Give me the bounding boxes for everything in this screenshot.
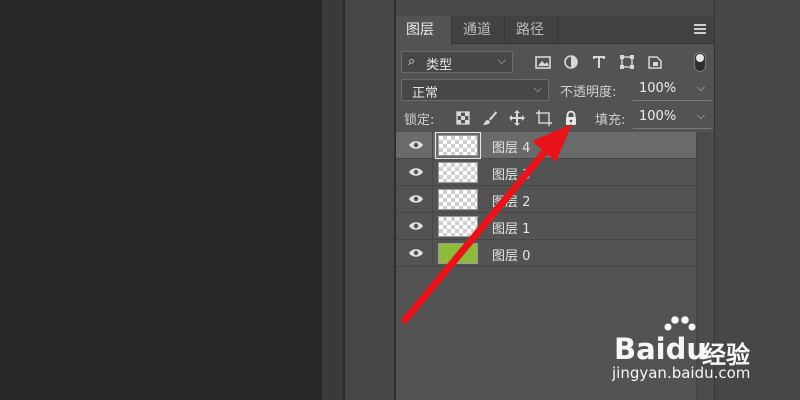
canvas-area[interactable] xyxy=(0,0,322,400)
fill-value: 100% xyxy=(639,109,677,124)
fill-label: 填充: xyxy=(595,113,626,128)
adjustment-filter-icon[interactable] xyxy=(562,53,580,71)
watermark-brand: Baidu xyxy=(614,332,708,366)
opacity-field[interactable]: 100% ⌵ xyxy=(633,79,711,101)
layer-thumbnail xyxy=(438,189,478,210)
chevron-down-icon: ⌵ xyxy=(497,54,506,67)
layer-name[interactable]: 图层 3 xyxy=(492,164,530,183)
eye-icon[interactable] xyxy=(408,193,424,205)
lock-image-icon[interactable] xyxy=(481,109,499,127)
layer-name[interactable]: 图层 4 xyxy=(492,137,530,156)
lock-row: 锁定: 填充: 100% ⌵ xyxy=(396,106,714,130)
layer-row[interactable]: 图层 4 xyxy=(396,132,696,159)
blend-row: 正常 ⌵ 不透明度: 100% ⌵ xyxy=(396,78,714,102)
lock-all-icon[interactable] xyxy=(562,109,580,127)
blend-mode-select[interactable]: 正常 ⌵ xyxy=(401,79,549,101)
chevron-down-icon[interactable]: ⌵ xyxy=(697,109,705,123)
layer-row[interactable]: 图层 2 xyxy=(396,186,696,213)
filter-kind-label: 类型 xyxy=(426,58,453,73)
smart-object-filter-icon[interactable] xyxy=(646,53,664,71)
panel-menu-icon[interactable] xyxy=(694,24,706,35)
chevron-down-icon[interactable]: ⌵ xyxy=(697,81,705,95)
search-icon: ⌕ xyxy=(408,54,416,69)
eye-icon[interactable] xyxy=(408,166,424,178)
filter-toggle[interactable] xyxy=(694,52,706,72)
filter-kind-select[interactable]: ⌕ 类型 ⌵ xyxy=(401,51,513,73)
tab-channels[interactable]: 通道 xyxy=(453,16,505,44)
layer-thumbnail xyxy=(435,132,481,159)
shape-filter-icon[interactable] xyxy=(618,53,636,71)
eye-icon[interactable] xyxy=(408,139,424,151)
chevron-down-icon: ⌵ xyxy=(533,82,542,95)
tab-paths[interactable]: 路径 xyxy=(506,16,558,44)
layer-name[interactable]: 图层 2 xyxy=(492,191,530,210)
image-filter-icon[interactable] xyxy=(534,53,552,71)
layer-name[interactable]: 图层 1 xyxy=(492,218,530,237)
panel-tabs: 图层 通道 路径 xyxy=(396,16,714,45)
opacity-label: 不透明度: xyxy=(560,85,617,100)
layer-row[interactable]: 图层 1 xyxy=(396,213,696,240)
tab-layers[interactable]: 图层 xyxy=(396,16,452,45)
layer-thumbnail xyxy=(438,243,478,264)
watermark-url: jingyan.baidu.com xyxy=(612,364,751,382)
opacity-value: 100% xyxy=(639,81,677,96)
layer-name[interactable]: 图层 0 xyxy=(492,245,530,264)
layer-row[interactable]: 图层 0 xyxy=(396,240,696,267)
eye-icon[interactable] xyxy=(408,220,424,232)
fill-field[interactable]: 100% ⌵ xyxy=(633,107,711,129)
panel-dock-collapsed xyxy=(322,0,344,400)
layers-list: 图层 4 图层 3 图层 2 图层 1 图层 0 xyxy=(396,132,696,268)
layer-thumbnail xyxy=(438,216,478,237)
lock-artboard-icon[interactable] xyxy=(535,109,553,127)
layer-row[interactable]: 图层 3 xyxy=(396,159,696,186)
layer-filter-row: ⌕ 类型 ⌵ xyxy=(396,50,714,74)
layer-thumbnail xyxy=(438,162,478,183)
panel-header-bar[interactable] xyxy=(396,0,714,16)
lock-label: 锁定: xyxy=(404,113,435,128)
panel-dock-icons xyxy=(345,0,395,400)
lock-position-icon[interactable] xyxy=(508,109,526,127)
eye-icon[interactable] xyxy=(408,247,424,259)
blend-mode-value: 正常 xyxy=(412,86,439,101)
lock-transparent-icon[interactable] xyxy=(454,109,472,127)
type-filter-icon[interactable] xyxy=(590,53,608,71)
